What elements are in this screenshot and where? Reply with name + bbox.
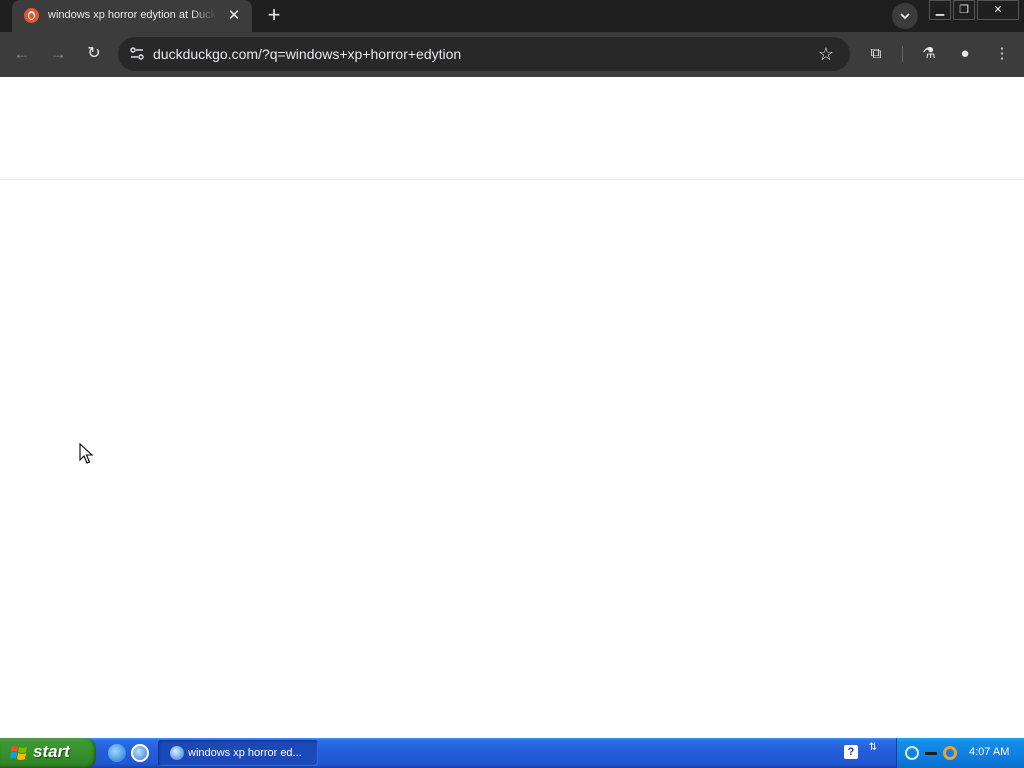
tray-search-icon[interactable] — [943, 746, 957, 760]
site-info-icon[interactable] — [128, 45, 146, 63]
chevron-down-icon — [900, 13, 910, 20]
profile-avatar-icon[interactable]: ● — [953, 42, 977, 66]
minimize-button[interactable]: ▁ — [929, 0, 951, 20]
toolbar-divider — [902, 46, 903, 62]
tab-close-button[interactable]: ✕ — [224, 6, 244, 26]
labs-flask-icon[interactable]: ⚗ — [917, 42, 941, 66]
address-url-text[interactable]: duckduckgo.com/?q=windows+xp+horror+edyt… — [153, 46, 461, 62]
ie-alt-icon[interactable] — [131, 744, 149, 762]
system-tray: 4:07 AM — [896, 738, 1024, 768]
windows-taskbar: start windows xp horror ed... ? ⇅ 4:07 A… — [0, 738, 1024, 768]
page-content — [0, 77, 1024, 738]
duckduckgo-favicon-icon — [24, 8, 39, 23]
maximize-button[interactable]: ❐ — [953, 0, 975, 20]
start-label: start — [33, 742, 70, 761]
tab-search-button[interactable] — [892, 3, 918, 29]
start-button[interactable]: start — [0, 738, 96, 768]
taskbar-window-label: windows xp horror ed... — [188, 747, 302, 759]
browser-tab[interactable]: windows xp horror edytion at DuckDuckGo … — [12, 0, 252, 32]
browser-tab-strip: windows xp horror edytion at DuckDuckGo … — [0, 0, 1024, 32]
forward-button[interactable]: → — [44, 40, 72, 68]
address-bar[interactable]: duckduckgo.com/?q=windows+xp+horror+edyt… — [118, 37, 850, 71]
new-tab-button[interactable]: + — [262, 4, 286, 28]
browser-toolbar: ← → ↻ duckduckgo.com/?q=windows+xp+horro… — [0, 32, 1024, 77]
close-window-button[interactable]: ✕ — [977, 0, 1019, 20]
mouse-pointer-icon — [79, 443, 93, 464]
taskbar-window-button[interactable]: windows xp horror ed... — [158, 740, 318, 766]
tray-network-icon[interactable] — [905, 746, 919, 760]
browser-task-icon — [170, 746, 184, 760]
windows-logo-icon — [10, 746, 27, 760]
reload-button[interactable]: ↻ — [80, 40, 108, 68]
back-button[interactable]: ← — [8, 40, 36, 68]
browser-menu-icon[interactable]: ⋮ — [990, 42, 1014, 66]
bookmark-star-icon[interactable]: ☆ — [815, 43, 837, 65]
internet-explorer-icon[interactable] — [108, 744, 126, 762]
help-icon[interactable]: ? — [844, 745, 858, 759]
extensions-puzzle-icon[interactable]: ⧉ — [864, 42, 888, 66]
tab-title: windows xp horror edytion at DuckDuckGo — [48, 9, 216, 21]
tray-volume-icon[interactable] — [925, 752, 937, 755]
page-header-area — [0, 77, 1024, 180]
network-arrows-icon[interactable]: ⇅ — [866, 743, 880, 763]
tray-clock[interactable]: 4:07 AM — [969, 746, 1009, 758]
